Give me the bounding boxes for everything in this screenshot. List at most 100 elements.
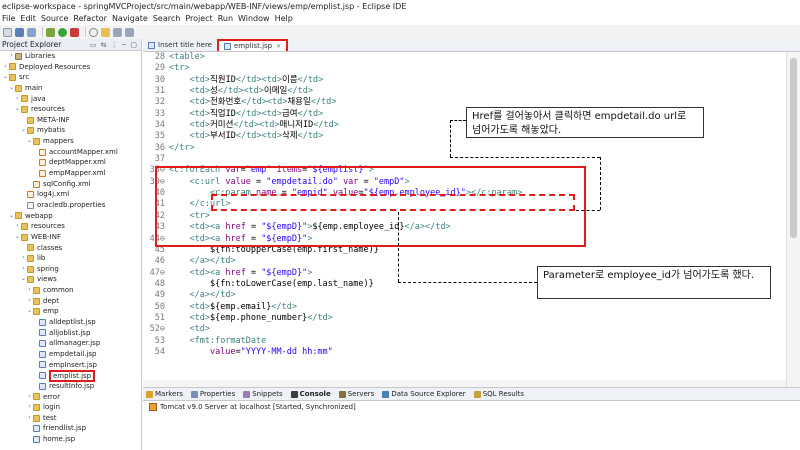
menu-item-refactor[interactable]: Refactor [73,13,107,25]
scrollbar-thumb[interactable] [790,58,797,238]
search-icon[interactable] [89,27,98,37]
tree-item[interactable]: accountMapper.xml [0,147,141,158]
console-tab-data-source-explorer[interactable]: Data Source Explorer [382,390,466,398]
horizontal-scrollbar[interactable] [143,380,786,387]
menu-item-run[interactable]: Run [218,13,233,25]
tree-toggle-icon[interactable]: › [20,253,27,264]
tree-toggle-icon[interactable]: › [14,94,21,105]
tree-toggle-icon[interactable]: › [26,285,33,296]
tree-item[interactable]: ⌄ resources [0,104,141,115]
close-icon[interactable]: ✕ [276,41,281,52]
tree-toggle-icon[interactable]: › [26,413,33,424]
tree-toggle-icon[interactable]: ⌄ [8,211,15,222]
tree-item[interactable]: › common [0,285,141,296]
tree-toggle-icon[interactable]: ⌄ [26,306,33,317]
code-line[interactable]: 54 value="YYYY-MM-dd hh:mm" [143,347,773,358]
menu-item-edit[interactable]: Edit [20,13,36,25]
code-line[interactable]: 36 </tr> [143,143,773,154]
tree-toggle-icon[interactable]: ⌄ [20,125,27,136]
editor-tab[interactable]: Insert title here [143,39,217,51]
menu-item-search[interactable]: Search [153,13,180,25]
console-tab-snippets[interactable]: Snippets [243,390,283,398]
console-tab-servers[interactable]: Servers [338,390,374,398]
console-tab-markers[interactable]: Markers [146,390,183,398]
save-all-icon[interactable] [27,27,36,37]
menu-item-help[interactable]: Help [275,13,293,25]
tree-toggle-icon[interactable]: ⌄ [2,72,9,83]
tree-toggle-icon[interactable]: › [26,296,33,307]
code-line[interactable]: 50 <td>${emp.email}</td> [143,302,773,313]
code-line[interactable]: 28 <table> [143,52,773,63]
code-line[interactable]: 30 <td>직원ID</td><td>이름</td> [143,75,773,86]
tree-item[interactable]: ⌄ src [0,72,141,83]
tree-item[interactable]: › login [0,402,141,413]
tree-item[interactable]: alldeptlist.jsp [0,317,141,328]
tree-item[interactable]: › dept [0,296,141,307]
tree-item[interactable]: ⌄ main [0,83,141,94]
menu-item-navigate[interactable]: Navigate [112,13,148,25]
tree-item[interactable]: empMapper.xml [0,168,141,179]
back-icon[interactable] [113,27,122,37]
tree-item[interactable]: ⌄ emp [0,306,141,317]
tree-toggle-icon[interactable]: › [2,62,9,73]
forward-icon[interactable] [125,27,134,37]
tree-toggle-icon[interactable]: › [26,392,33,403]
tree-item[interactable]: home.jsp [0,434,141,445]
tree-toggle-icon[interactable]: › [8,51,15,62]
tree-item[interactable]: META-INF [0,115,141,126]
tree-item[interactable]: › spring [0,264,141,275]
tree-toggle-icon[interactable]: ⌄ [14,232,21,243]
console-tab-sql-results[interactable]: SQL Results [473,390,524,398]
tree-item[interactable]: resultInfo.jsp [0,381,141,392]
tree-item[interactable]: deptMapper.xml [0,157,141,168]
tree-item[interactable]: ⌄ webapp [0,211,141,222]
tree-item[interactable]: sqlConfig.xml [0,179,141,190]
menu-item-file[interactable]: File [2,13,15,25]
code-line[interactable]: 29 <tr> [143,63,773,74]
tree-item[interactable]: › Deployed Resources [0,62,141,73]
save-icon[interactable] [15,27,24,37]
debug-icon[interactable] [46,27,55,37]
tree-toggle-icon[interactable]: ⌄ [20,274,27,285]
vertical-scrollbar[interactable] [786,52,800,387]
tree-item[interactable]: › Libraries [0,51,141,62]
new-icon[interactable] [3,27,12,37]
tree-item[interactable]: › resources [0,221,141,232]
menu-item-window[interactable]: Window [238,13,270,25]
tree-toggle-icon[interactable]: ⌄ [26,136,33,147]
code-line[interactable]: 52⊖ <td> [143,324,773,335]
tree-item[interactable]: › error [0,392,141,403]
menu-item-source[interactable]: Source [41,13,68,25]
open-type-icon[interactable] [101,27,110,37]
tree-item[interactable]: ⌄ mappers [0,136,141,147]
console-tab-properties[interactable]: Properties [190,390,235,398]
view-menu-icons[interactable]: ▭ ⇆ ⋮ ─ ▢ [90,39,141,50]
editor-tab[interactable]: emplist.jsp ✕ [217,39,289,52]
tree-toggle-icon[interactable]: ⌄ [8,83,15,94]
tree-toggle-icon[interactable]: › [20,264,27,275]
tree-item[interactable]: › test [0,413,141,424]
code-line[interactable]: 53 <fmt:formatDate [143,336,773,347]
tree-item[interactable]: › lib [0,253,141,264]
tree-item[interactable]: ⌄ mybatis [0,125,141,136]
tree-item[interactable]: oracledb.properties [0,200,141,211]
run-icon[interactable] [58,27,67,37]
tree-item[interactable]: › java [0,94,141,105]
tree-item[interactable]: classes [0,243,141,254]
code-line[interactable]: 51 <td>${emp.phone_number}</td> [143,313,773,324]
tree-toggle-icon[interactable]: ⌄ [14,104,21,115]
tree-item[interactable]: alljoblist.jsp [0,328,141,339]
tree-item[interactable]: emplist.jsp [0,369,141,382]
tree-item[interactable]: friendlist.jsp [0,423,141,434]
code-line[interactable]: 37 [143,154,773,165]
tree-toggle-icon[interactable]: › [14,221,21,232]
console-tab-console[interactable]: Console [290,390,331,398]
tree-item[interactable]: ⌄ WEB-INF [0,232,141,243]
tree-item[interactable]: allmanager.jsp [0,338,141,349]
tree-item[interactable]: empdetail.jsp [0,349,141,360]
menu-item-project[interactable]: Project [185,13,212,25]
stop-icon[interactable] [70,27,79,37]
tree-item[interactable]: ⌄ views [0,274,141,285]
tree-toggle-icon[interactable]: › [26,402,33,413]
tree-item[interactable]: log4j.xml [0,189,141,200]
